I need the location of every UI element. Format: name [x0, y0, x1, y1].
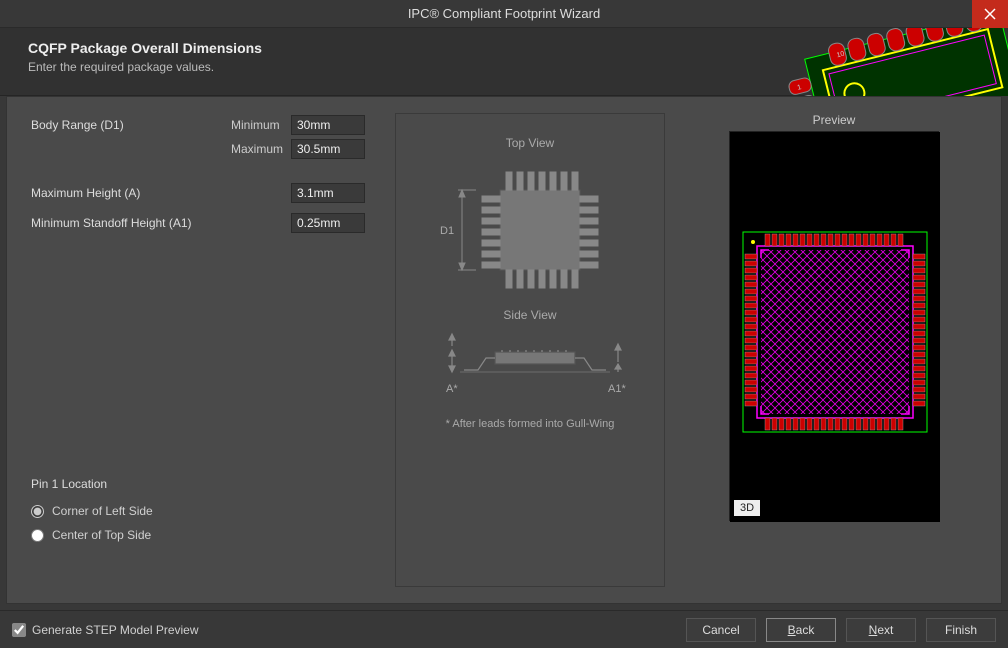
wizard-content: Body Range (D1) Minimum Maximum Maximum … [6, 96, 1002, 604]
wizard-footer: Generate STEP Model Preview Cancel Back … [0, 610, 1008, 648]
preview-panel: Preview [683, 113, 985, 587]
body-range-label: Body Range (D1) [31, 118, 231, 132]
side-view-diagram: A* A1* [420, 322, 640, 412]
cancel-button[interactable]: Cancel [686, 618, 756, 642]
max-height-label: Maximum Height (A) [31, 186, 231, 200]
body-range-max-input[interactable] [291, 139, 365, 159]
generate-step-checkbox[interactable] [12, 623, 26, 637]
pin1-center-radio[interactable]: Center of Top Side [31, 523, 391, 547]
a-star-label: A* [446, 383, 458, 395]
pin1-section-label: Pin 1 Location [31, 477, 391, 491]
finish-button[interactable]: Finish [926, 618, 996, 642]
top-view-diagram: D1 [420, 150, 640, 300]
titlebar: IPC® Compliant Footprint Wizard [0, 0, 1008, 28]
pin1-center-label: Center of Top Side [52, 528, 151, 542]
min-standoff-input[interactable] [291, 213, 365, 233]
diagram-panel: Top View D1 Side [395, 113, 665, 587]
minimum-label: Minimum [231, 118, 287, 132]
pin1-corner-label: Corner of Left Side [52, 504, 153, 518]
header-graphic: 10 1 [778, 28, 1008, 96]
window-title: IPC® Compliant Footprint Wizard [408, 6, 600, 21]
preview-viewport[interactable]: 3D [729, 131, 939, 521]
radio-corner-input[interactable] [31, 505, 44, 518]
a1-star-label: A1* [608, 383, 626, 395]
top-view-label: Top View [506, 136, 554, 150]
min-standoff-label: Minimum Standoff Height (A1) [31, 216, 231, 230]
d1-label: D1 [440, 225, 454, 237]
generate-step-label: Generate STEP Model Preview [32, 623, 199, 637]
form-panel: Body Range (D1) Minimum Maximum Maximum … [31, 113, 391, 587]
close-button[interactable] [972, 0, 1008, 28]
maximum-label: Maximum [231, 142, 287, 156]
pin1-corner-radio[interactable]: Corner of Left Side [31, 499, 391, 523]
body-range-min-input[interactable] [291, 115, 365, 135]
close-icon [984, 8, 996, 20]
3d-mode-button[interactable]: 3D [734, 500, 760, 516]
wizard-header: CQFP Package Overall Dimensions Enter th… [0, 28, 1008, 96]
preview-label: Preview [813, 113, 856, 127]
next-button[interactable]: Next [846, 618, 916, 642]
side-view-label: Side View [503, 308, 556, 322]
radio-center-input[interactable] [31, 529, 44, 542]
back-button[interactable]: Back [766, 618, 836, 642]
max-height-input[interactable] [291, 183, 365, 203]
diagram-footnote: * After leads formed into Gull-Wing [446, 418, 615, 430]
preview-render [730, 132, 940, 522]
